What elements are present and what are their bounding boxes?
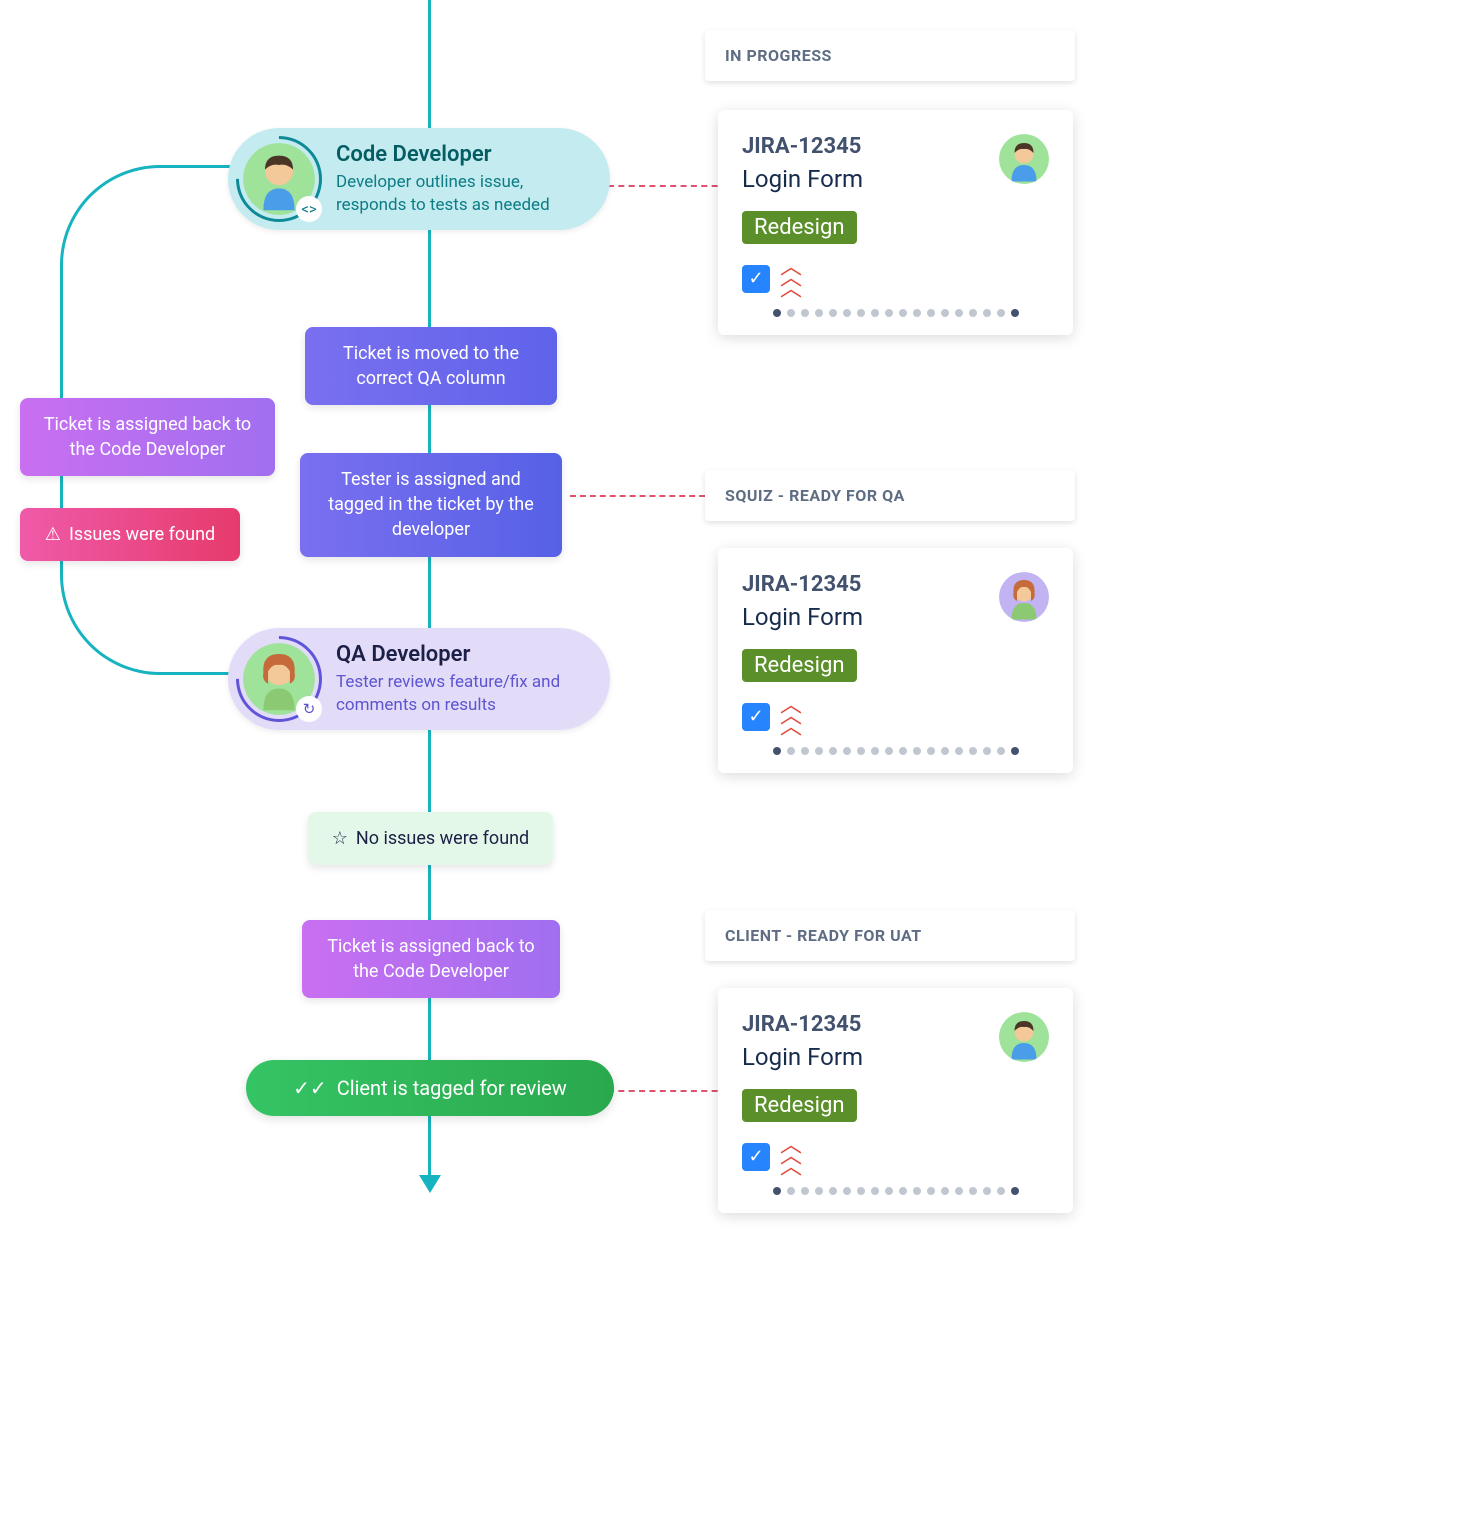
jira-card[interactable]: JIRA-12345 Login Form Redesign ✓ ︿︿︿ xyxy=(718,548,1073,773)
step-label: Client is tagged for review xyxy=(337,1076,567,1100)
connector-line xyxy=(570,495,725,497)
assignee-avatar-icon xyxy=(999,134,1049,184)
step-label: Issues were found xyxy=(69,522,215,547)
refresh-icon: ↻ xyxy=(296,696,322,722)
assignee-avatar-icon xyxy=(999,572,1049,622)
task-type-icon: ✓ xyxy=(742,1143,770,1171)
card-pagination-dots xyxy=(742,1187,1049,1195)
task-type-icon: ✓ xyxy=(742,265,770,293)
role-description: Developer outlines issue, responds to te… xyxy=(336,171,580,217)
card-pagination-dots xyxy=(742,309,1049,317)
star-icon: ☆ xyxy=(332,826,348,851)
step-assigned-back: Ticket is assigned back to the Code Deve… xyxy=(302,920,560,998)
warning-icon: ⚠ xyxy=(45,522,61,547)
column-header-in-progress: IN PROGRESS xyxy=(705,30,1075,81)
priority-icon: ︿︿︿ xyxy=(780,700,802,733)
role-developer: <> Code Developer Developer outlines iss… xyxy=(228,128,610,230)
jira-tag: Redesign xyxy=(742,649,857,682)
priority-icon: ︿︿︿ xyxy=(780,262,802,295)
column-header-ready-uat: CLIENT - READY FOR UAT xyxy=(705,910,1075,961)
assignee-avatar-icon xyxy=(999,1012,1049,1062)
jira-title: Login Form xyxy=(742,165,863,193)
connector-line xyxy=(608,1090,728,1092)
connector-line xyxy=(608,185,728,187)
jira-card[interactable]: JIRA-12345 Login Form Redesign ✓ ︿︿︿ xyxy=(718,988,1073,1213)
column-header-ready-qa: SQUIZ - READY FOR QA xyxy=(705,470,1075,521)
jira-card[interactable]: JIRA-12345 Login Form Redesign ✓ ︿︿︿ xyxy=(718,110,1073,335)
double-check-icon: ✓✓ xyxy=(293,1076,327,1100)
code-icon: <> xyxy=(296,196,322,222)
jira-id: JIRA-12345 xyxy=(742,1012,863,1037)
priority-icon: ︿︿︿ xyxy=(780,1140,802,1173)
jira-tag: Redesign xyxy=(742,211,857,244)
role-title: Code Developer xyxy=(336,142,580,167)
jira-id: JIRA-12345 xyxy=(742,572,863,597)
step-issues-found: ⚠ Issues were found xyxy=(20,508,240,561)
step-client-tagged: ✓✓ Client is tagged for review xyxy=(246,1060,614,1116)
task-type-icon: ✓ xyxy=(742,703,770,731)
step-move-to-qa: Ticket is moved to the correct QA column xyxy=(305,327,557,405)
role-qa: ↻ QA Developer Tester reviews feature/fi… xyxy=(228,628,610,730)
step-assigned-back-loop: Ticket is assigned back to the Code Deve… xyxy=(20,398,275,476)
role-description: Tester reviews feature/fix and comments … xyxy=(336,671,580,717)
role-title: QA Developer xyxy=(336,642,580,667)
step-no-issues: ☆ No issues were found xyxy=(308,812,553,865)
card-pagination-dots xyxy=(742,747,1049,755)
jira-title: Login Form xyxy=(742,603,863,631)
step-label: No issues were found xyxy=(356,826,529,851)
jira-title: Login Form xyxy=(742,1043,863,1071)
jira-tag: Redesign xyxy=(742,1089,857,1122)
flow-arrow-down-icon xyxy=(419,1175,441,1193)
jira-id: JIRA-12345 xyxy=(742,134,863,159)
step-tester-assigned: Tester is assigned and tagged in the tic… xyxy=(300,453,562,557)
